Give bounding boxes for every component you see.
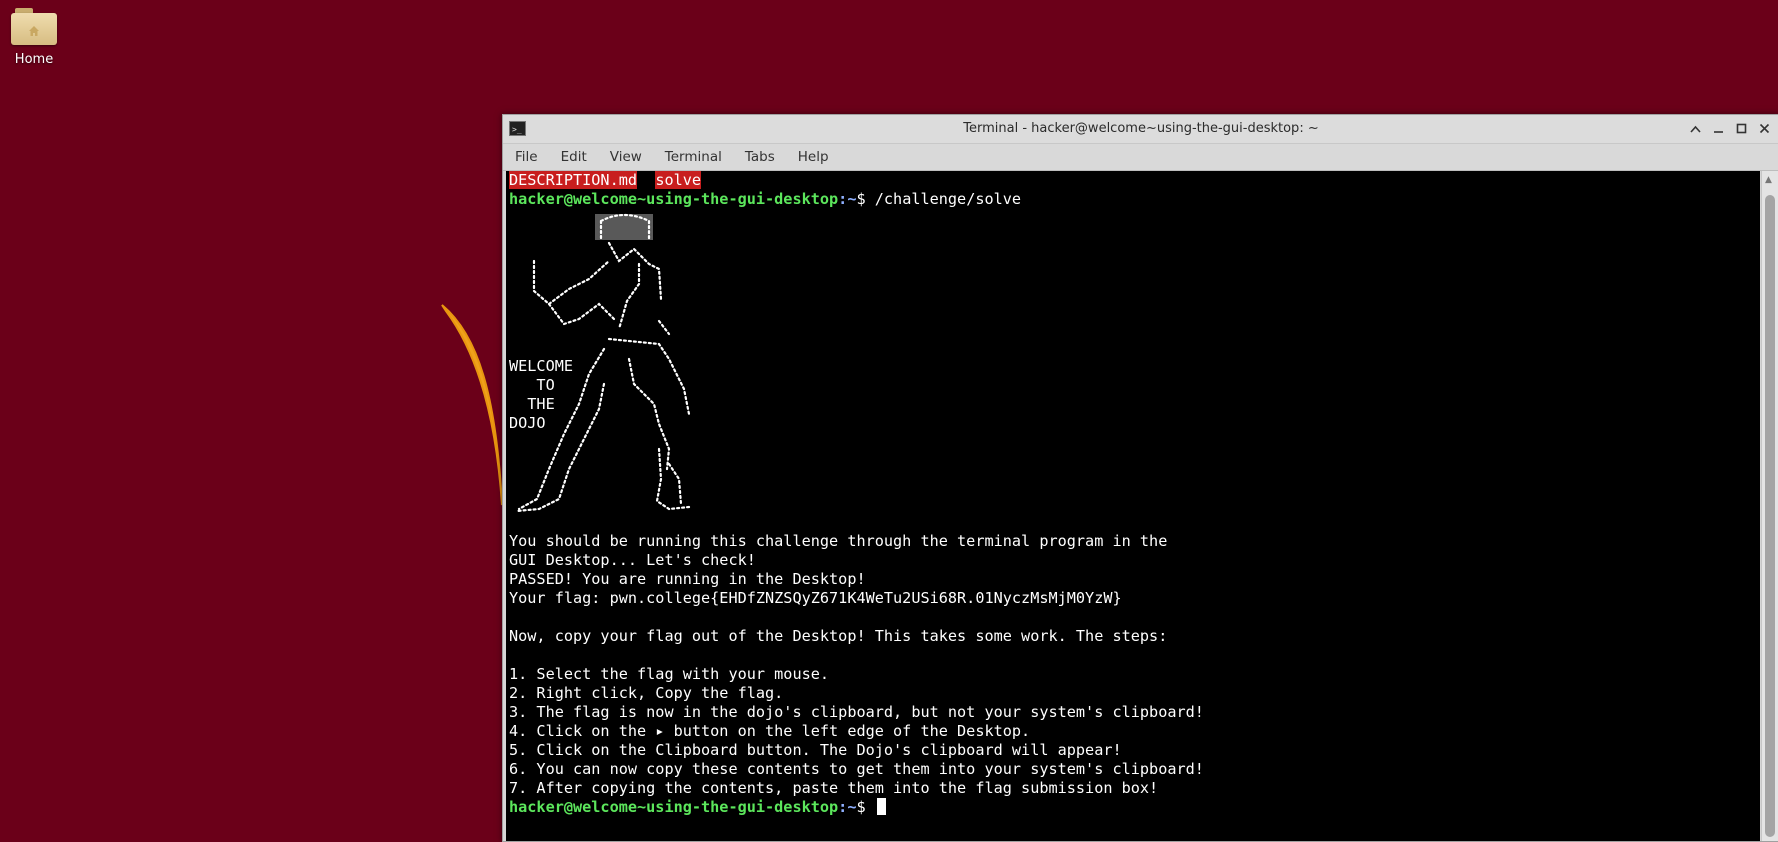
maximize-button[interactable] bbox=[1733, 120, 1750, 137]
prompt-symbol: $ bbox=[856, 798, 875, 816]
step-line: 4. Click on the ▸ button on the left edg… bbox=[509, 722, 1031, 740]
minimize-button[interactable] bbox=[1710, 120, 1727, 137]
window-title: Terminal - hacker@welcome~using-the-gui-… bbox=[963, 121, 1319, 136]
menu-file[interactable]: File bbox=[515, 149, 538, 165]
prompt-user: hacker@welcome~using-the-gui-desktop bbox=[509, 190, 839, 208]
ls-output-line: DESCRIPTION.md solve bbox=[509, 171, 1760, 190]
flag-line[interactable]: Your flag: pwn.college{EHDfZNZSQyZ671K4W… bbox=[509, 589, 1760, 608]
window-shade-button[interactable] bbox=[1687, 120, 1704, 137]
welcome-line-2: TO bbox=[509, 376, 555, 394]
ls-item-description: DESCRIPTION.md bbox=[509, 171, 638, 189]
prompt-symbol: $ bbox=[856, 190, 875, 208]
output-line: Now, copy your flag out of the Desktop! … bbox=[509, 627, 1168, 645]
command-text: /challenge/solve bbox=[874, 190, 1022, 208]
welcome-line-3: THE bbox=[509, 395, 555, 413]
step-line: 1. Select the flag with your mouse. bbox=[509, 665, 830, 683]
welcome-line-1: WELCOME bbox=[509, 357, 574, 375]
terminal-output[interactable]: DESCRIPTION.md solve hacker@welcome~usin… bbox=[506, 171, 1760, 841]
output-line: You should be running this challenge thr… bbox=[509, 532, 1168, 550]
step-line: 2. Right click, Copy the flag. bbox=[509, 684, 784, 702]
terminal-window[interactable]: >_ Terminal - hacker@welcome~using-the-g… bbox=[502, 114, 1778, 842]
prompt-user: hacker@welcome~using-the-gui-desktop bbox=[509, 798, 839, 816]
prompt-path: :~ bbox=[838, 190, 857, 208]
menubar: File Edit View Terminal Tabs Help bbox=[503, 144, 1778, 171]
prompt-line[interactable]: hacker@welcome~using-the-gui-desktop:~$ bbox=[509, 798, 1760, 817]
close-button[interactable] bbox=[1756, 120, 1773, 137]
menu-edit[interactable]: Edit bbox=[561, 149, 587, 165]
welcome-line-4: DOJO bbox=[509, 414, 546, 432]
scroll-up-arrow-icon[interactable]: ▲ bbox=[1765, 175, 1772, 185]
home-desktop-icon[interactable]: Home bbox=[8, 8, 60, 67]
output-line: PASSED! You are running in the Desktop! bbox=[509, 570, 866, 588]
menu-terminal[interactable]: Terminal bbox=[665, 149, 722, 165]
ls-item-solve: solve bbox=[655, 171, 702, 189]
scrollbar-thumb[interactable] bbox=[1765, 195, 1775, 837]
menu-view[interactable]: View bbox=[610, 149, 642, 165]
close-icon bbox=[1759, 123, 1770, 134]
menu-help[interactable]: Help bbox=[798, 149, 829, 165]
vertical-scrollbar[interactable]: ▲ bbox=[1761, 171, 1778, 841]
command-line: hacker@welcome~using-the-gui-desktop:~$ … bbox=[509, 190, 1760, 209]
house-icon bbox=[29, 26, 39, 36]
step-line: 5. Click on the Clipboard button. The Do… bbox=[509, 741, 1122, 759]
minimize-icon bbox=[1714, 131, 1723, 133]
home-folder-icon bbox=[11, 8, 57, 46]
chevron-up-icon bbox=[1690, 125, 1701, 133]
step-line: 6. You can now copy these contents to ge… bbox=[509, 760, 1204, 778]
welcome-text: WELCOME TO THE DOJO bbox=[509, 357, 573, 433]
output-line: GUI Desktop... Let's check! bbox=[509, 551, 756, 569]
menu-tabs[interactable]: Tabs bbox=[745, 149, 775, 165]
orange-swoosh-decoration bbox=[441, 304, 503, 506]
titlebar[interactable]: >_ Terminal - hacker@welcome~using-the-g… bbox=[503, 115, 1778, 144]
text-cursor bbox=[876, 798, 886, 815]
home-label: Home bbox=[14, 52, 54, 67]
prompt-path: :~ bbox=[838, 798, 857, 816]
maximize-icon bbox=[1736, 123, 1747, 134]
step-line: 7. After copying the contents, paste the… bbox=[509, 779, 1159, 797]
dojo-ascii-art: WELCOME TO THE DOJO bbox=[509, 209, 1760, 532]
step-line: 3. The flag is now in the dojo's clipboa… bbox=[509, 703, 1204, 721]
